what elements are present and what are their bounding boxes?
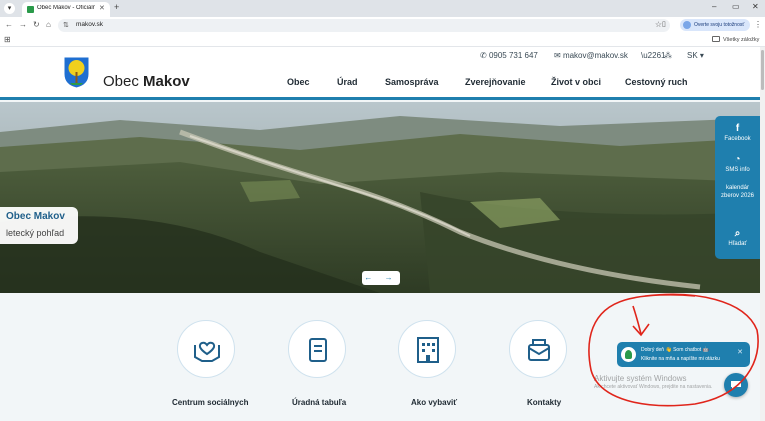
browser-toolbar: ← → ↻ ⌂ ⇅ makov.sk ☆ (0, 17, 765, 34)
reload-icon[interactable]: ↻ (33, 20, 40, 29)
side-item-label: Hľadať (728, 241, 747, 247)
contact-topbar: ✆ 0905 731 647 ✉ makov@makov.sk \u2261 ⁂… (0, 47, 760, 65)
hero-caption: Obec Makov letecký pohľad (0, 207, 78, 244)
service-label[interactable]: Centrum sociálnych (172, 398, 248, 407)
mail-icon: ✉ (554, 51, 563, 60)
browser-tabstrip: ▾ Obec Makov - Oficiálna stránk ✕ + – ▭ … (0, 0, 765, 17)
all-bookmarks-button[interactable]: Všetky záložky (712, 36, 759, 43)
side-item-label: Facebook (724, 136, 751, 142)
service-label[interactable]: Úradná tabuľa (292, 398, 346, 407)
back-icon[interactable]: ← (5, 20, 13, 29)
menu-item-urad[interactable]: Úrad (337, 77, 358, 87)
page-scrollbar-thumb[interactable] (761, 50, 764, 90)
hero-subtitle: letecký pohľad (6, 228, 65, 238)
verify-label: Overte svoju totožnosť (694, 22, 745, 28)
red-annotation-circle (588, 293, 759, 407)
browser-menu-icon[interactable]: ⋮ (754, 20, 762, 29)
side-quick-panel: f Facebook ◔ SMS info kalendár zberov 20… (715, 116, 760, 259)
side-item-label: SMS info (725, 167, 750, 173)
forward-icon[interactable]: → (19, 20, 27, 29)
service-card-contacts[interactable] (509, 320, 567, 378)
service-card-social-center[interactable] (177, 320, 235, 378)
menu-item-zverejnovanie[interactable]: Zverejňovanie (465, 77, 526, 87)
service-card-how-to[interactable] (398, 320, 456, 378)
site-header: Obec Makov Obec Úrad Samospráva Zverejňo… (0, 56, 760, 100)
search-icon: ⌕ (734, 228, 741, 239)
service-label[interactable]: Ako vybaviť (411, 398, 457, 407)
phone-link[interactable]: ✆ 0905 731 647 (480, 51, 538, 60)
apps-grid-icon[interactable]: ⊞ (4, 35, 11, 44)
coat-of-arms-logo[interactable] (63, 56, 90, 89)
side-item-label: kalendár zberov 2026 (720, 185, 755, 199)
sidepanel-icon[interactable]: ▯ (662, 20, 666, 28)
sms-icon: ◔ (734, 154, 741, 165)
brand-prefix: Obec (103, 73, 144, 90)
rss-icon[interactable]: \u2261 (641, 51, 665, 60)
profile-icon (683, 21, 691, 29)
menu-item-samosprava[interactable]: Samospráva (385, 77, 439, 87)
menu-item-cestovny-ruch[interactable]: Cestovný ruch (625, 77, 688, 87)
hero-title: Obec Makov (6, 211, 65, 222)
verify-identity-button[interactable]: Overte svoju totožnosť (680, 19, 750, 31)
bookmark-star-icon[interactable]: ☆ (655, 20, 662, 29)
email-text: makov@makov.sk (562, 51, 628, 60)
side-item-search[interactable]: ⌕ Hľadať (715, 228, 760, 248)
contacts-icon (528, 339, 550, 361)
site-favicon-icon (27, 6, 34, 13)
service-label[interactable]: Kontakty (527, 398, 561, 407)
menu-item-zivot-v-obci[interactable]: Život v obci (551, 77, 601, 87)
language-value: SK (687, 51, 698, 60)
new-tab-button[interactable]: + (114, 2, 119, 12)
phone-icon: ✆ (480, 51, 489, 60)
browser-tab[interactable]: Obec Makov - Oficiálna stránk ✕ (22, 2, 110, 17)
side-item-calendar[interactable]: kalendár zberov 2026 (715, 184, 760, 200)
window-minimize-button[interactable]: – (712, 2, 716, 11)
home-icon[interactable]: ⌂ (46, 20, 51, 29)
window-close-button[interactable]: ✕ (752, 2, 759, 11)
language-select[interactable]: SK ▾ (687, 51, 704, 60)
hands-heart-icon (194, 341, 220, 362)
hero-aerial-photo (0, 102, 760, 293)
address-bar[interactable]: ⇅ makov.sk ☆ (58, 19, 670, 32)
site-brand[interactable]: Obec Makov (103, 73, 190, 90)
service-card-official-board[interactable] (288, 320, 346, 378)
url-text: makov.sk (76, 21, 103, 28)
building-icon (417, 337, 439, 363)
side-item-facebook[interactable]: f Facebook (715, 123, 760, 143)
window-maximize-button[interactable]: ▭ (732, 2, 740, 11)
brand-name: Makov (143, 73, 190, 90)
page-scrollbar[interactable] (760, 47, 765, 421)
phone-text: 0905 731 647 (488, 51, 538, 60)
sitemap-icon[interactable]: ⁂ (664, 51, 672, 60)
folder-icon (712, 36, 720, 42)
side-item-sms[interactable]: ◔ SMS info (715, 154, 760, 174)
all-bookmarks-label: Všetky záložky (723, 37, 760, 43)
tab-title: Obec Makov - Oficiálna stránk (37, 5, 95, 11)
bookmarks-bar: ⊞ Všetky záložky (0, 34, 765, 47)
tab-close-icon[interactable]: ✕ (99, 4, 105, 12)
facebook-icon: f (735, 123, 740, 134)
book-icon (309, 338, 327, 362)
menu-item-obec[interactable]: Obec (287, 77, 310, 87)
site-info-icon[interactable]: ⇅ (63, 21, 69, 29)
hero-slider-arrows[interactable]: ← → (362, 271, 400, 285)
tab-search-icon[interactable]: ▾ (4, 3, 15, 14)
email-link[interactable]: ✉ makov@makov.sk (554, 51, 628, 60)
